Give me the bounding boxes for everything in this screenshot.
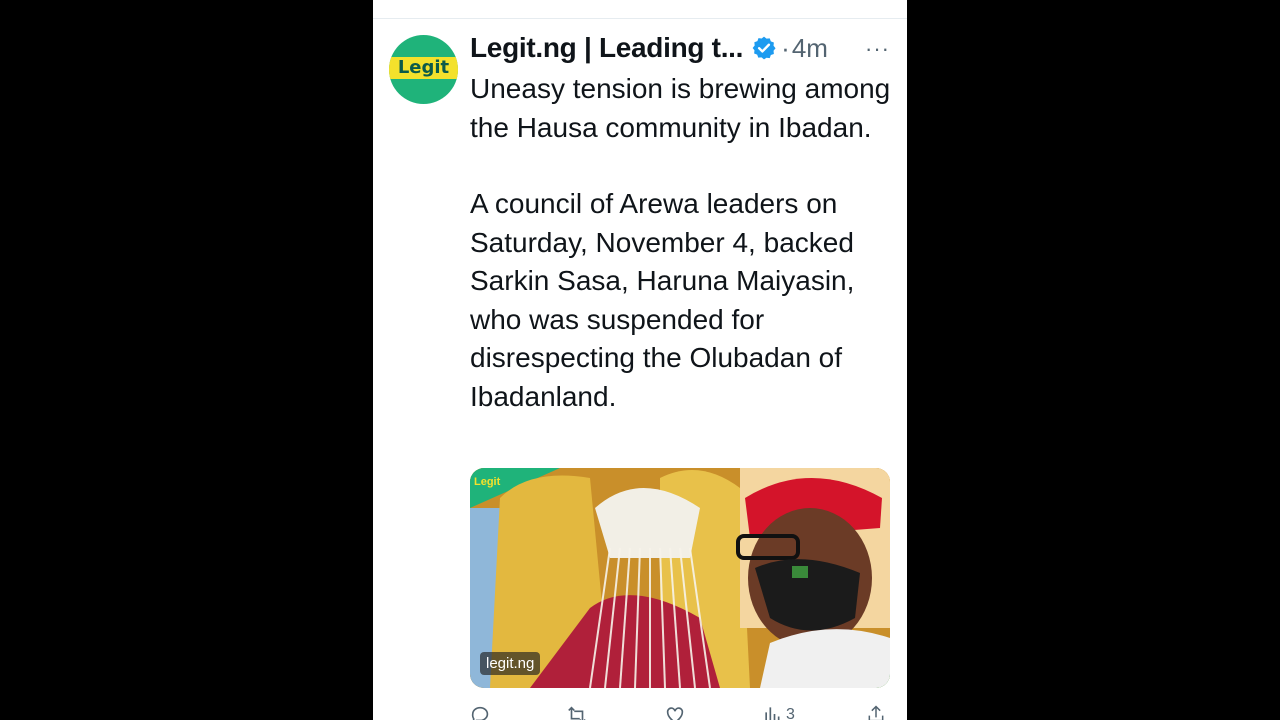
media-watermark: legit.ng <box>480 652 541 675</box>
tweet-actions: 3 <box>470 704 890 720</box>
tweet-media-image[interactable]: Legit legit.ng <box>470 468 890 688</box>
verified-badge-icon <box>751 35 777 61</box>
more-options-icon[interactable]: ··· <box>865 36 890 62</box>
share-icon[interactable] <box>866 704 886 720</box>
views-count: 3 <box>786 706 795 720</box>
time-separator: · <box>781 32 790 63</box>
tweet-text: Uneasy tension is brewing among the Haus… <box>470 70 900 416</box>
views-icon[interactable] <box>762 704 782 720</box>
previous-tweet-edge <box>373 0 907 19</box>
like-icon[interactable] <box>664 704 686 720</box>
avatar[interactable]: Legit <box>389 35 458 104</box>
avatar-logo-text: Legit <box>397 57 450 78</box>
tweet-paragraph-1: Uneasy tension is brewing among the Haus… <box>470 73 891 143</box>
tweet-paragraph-2: A council of Arewa leaders on Saturday, … <box>470 188 855 412</box>
tweet-header: Legit.ng | Leading t... · 4m <box>470 30 828 66</box>
timestamp[interactable]: 4m <box>792 33 828 64</box>
media-corner-logo: Legit <box>474 476 501 488</box>
retweet-icon[interactable] <box>566 704 588 720</box>
reply-icon[interactable] <box>470 704 492 720</box>
tweet-panel: Legit Legit.ng | Leading t... · 4m ··· U… <box>373 0 907 720</box>
author-name[interactable]: Legit.ng | Leading t... <box>470 32 743 64</box>
